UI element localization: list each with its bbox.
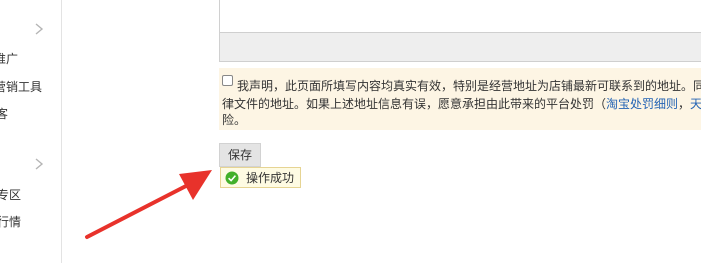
sidebar-item-promotion[interactable]: 推广 <box>0 50 18 67</box>
link-separator: ， <box>678 97 691 111</box>
chevron-right-icon[interactable] <box>34 22 44 36</box>
sidebar-item-marketing-tools[interactable]: 营销工具 <box>0 78 42 95</box>
declaration-checkbox[interactable] <box>222 75 233 86</box>
declaration-line-2: 律文件的地址。如果上述地址信息有误，愿意承担由此带来的平台处罚（淘宝处罚细则，天 <box>222 94 701 114</box>
chevron-right-icon[interactable] <box>34 157 44 171</box>
check-circle-icon <box>225 171 239 185</box>
toast-message: 操作成功 <box>246 171 295 185</box>
penalty-rules-link[interactable]: 淘宝处罚细则 <box>606 97 678 111</box>
textarea-footer <box>220 33 701 62</box>
declaration-box: 我声明，此页面所填写内容均真实有效，特别是经营地址为店铺最新可联系到的地址。同 … <box>219 68 701 130</box>
declaration-line-3: 险。 <box>222 113 247 127</box>
address-textarea[interactable] <box>219 0 701 62</box>
sidebar-item-customer[interactable]: 客 <box>0 105 8 122</box>
sidebar-item-zone[interactable]: 专区 <box>0 186 21 203</box>
success-toast: 操作成功 <box>220 167 301 188</box>
sidebar: 推广 营销工具 客 专区 行情 <box>0 0 62 263</box>
save-button[interactable]: 保存 <box>219 143 261 167</box>
tmall-rules-link[interactable]: 天 <box>690 97 701 111</box>
declaration-line-1: 我声明，此页面所填写内容均真实有效，特别是经营地址为店铺最新可联系到的地址。同 <box>237 79 701 93</box>
sidebar-item-market[interactable]: 行情 <box>0 213 21 230</box>
declaration-line-2-text: 律文件的地址。如果上述地址信息有误，愿意承担由此带来的平台处罚（ <box>222 97 607 111</box>
